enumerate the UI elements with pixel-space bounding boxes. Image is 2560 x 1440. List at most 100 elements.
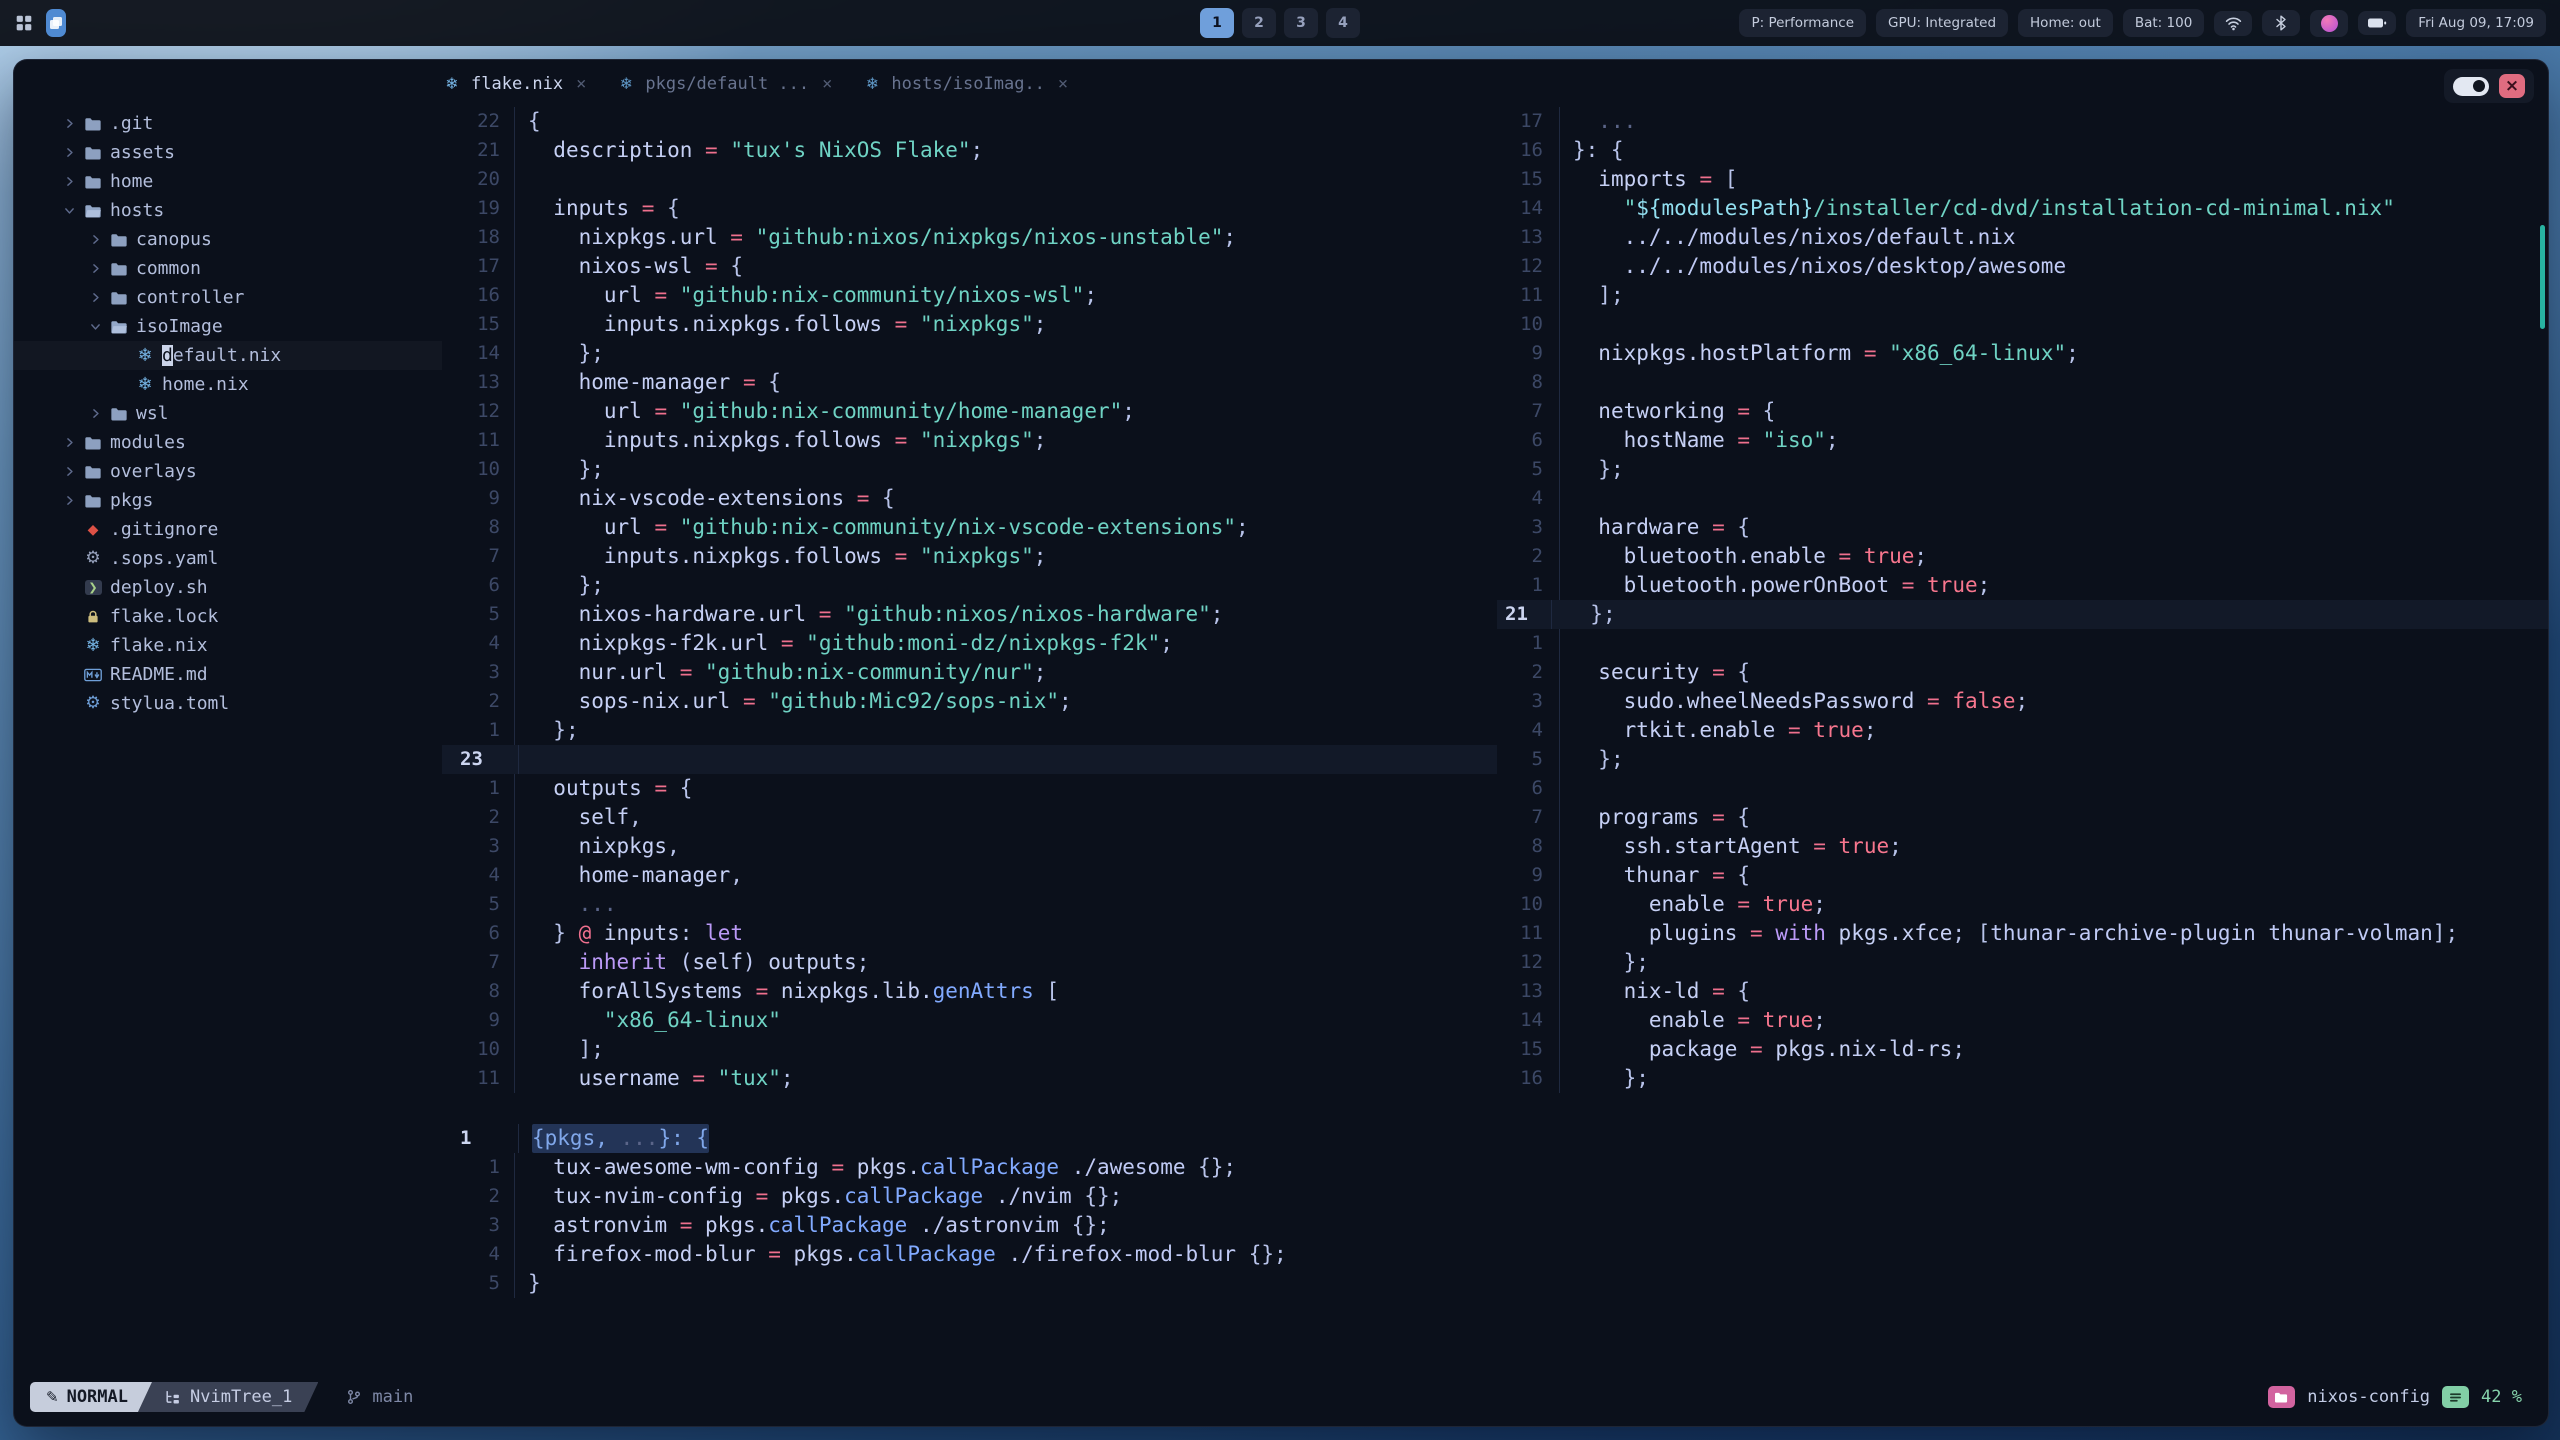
code-line[interactable]: 7 programs = {	[1497, 803, 2548, 832]
toggle-icon[interactable]	[2453, 76, 2489, 96]
code-line[interactable]: 2 bluetooth.enable = true;	[1497, 542, 2548, 571]
code-line[interactable]: 3 sudo.wheelNeedsPassword = false;	[1497, 687, 2548, 716]
code-line[interactable]: 9 thunar = {	[1497, 861, 2548, 890]
tab-flake.nix[interactable]: ❄ flake.nix ×	[442, 74, 586, 94]
tree-item-common[interactable]: common	[14, 254, 442, 283]
code-line[interactable]: 3 hardware = {	[1497, 513, 2548, 542]
chevron-right-icon[interactable]	[62, 436, 76, 449]
tree-item-flake.lock[interactable]: flake.lock	[14, 602, 442, 631]
code-line[interactable]: 11 username = "tux";	[442, 1064, 1497, 1093]
code-line[interactable]: 3 astronvim = pkgs.callPackage ./astronv…	[442, 1211, 2548, 1240]
code-line[interactable]: 3 nixpkgs,	[442, 832, 1497, 861]
chevron-right-icon[interactable]	[88, 262, 102, 275]
code-line[interactable]: 17 ...	[1497, 107, 2548, 136]
code-line[interactable]: 1 outputs = {	[442, 774, 1497, 803]
chevron-right-icon[interactable]	[62, 146, 76, 159]
code-line[interactable]: 21 };	[1497, 600, 2548, 629]
code-line[interactable]: 16 };	[1497, 1064, 2548, 1093]
code-line[interactable]: 11 plugins = with pkgs.xfce; [thunar-arc…	[1497, 919, 2548, 948]
pane-pkgs-default-nix[interactable]: 1 {pkgs, ...}: {1 tux-awesome-wm-config =…	[442, 1124, 2548, 1304]
code-line[interactable]: 5 nixos-hardware.url = "github:nixos/nix…	[442, 600, 1497, 629]
code-line[interactable]: 20	[442, 165, 1497, 194]
chevron-right-icon[interactable]	[62, 494, 76, 507]
status-pill[interactable]: Home: out	[2018, 9, 2113, 37]
code-line[interactable]: 4 rtkit.enable = true;	[1497, 716, 2548, 745]
tree-item-flake.nix[interactable]: ❄ flake.nix	[14, 631, 442, 660]
code-line[interactable]: 2 sops-nix.url = "github:Mic92/sops-nix"…	[442, 687, 1497, 716]
code-line[interactable]: 1 {pkgs, ...}: {	[442, 1124, 2548, 1153]
apps-grid-icon[interactable]	[14, 14, 34, 32]
code-line[interactable]: 19 inputs = {	[442, 194, 1497, 223]
tree-item-deploy.sh[interactable]: ❯ deploy.sh	[14, 573, 442, 602]
code-line[interactable]: 5 };	[1497, 745, 2548, 774]
tab-pkgs/default ...[interactable]: ❄ pkgs/default ... ×	[616, 74, 833, 94]
code-line[interactable]: 9 "x86_64-linux"	[442, 1006, 1497, 1035]
code-line[interactable]: 8 url = "github:nix-community/nix-vscode…	[442, 513, 1497, 542]
tree-item-hosts[interactable]: hosts	[14, 196, 442, 225]
tree-item-.gitignore[interactable]: ◆ .gitignore	[14, 515, 442, 544]
tree-item-default.nix[interactable]: ❄ default.nix	[14, 341, 442, 370]
tree-item-canopus[interactable]: canopus	[14, 225, 442, 254]
code-line[interactable]: 3 nur.url = "github:nix-community/nur";	[442, 658, 1497, 687]
code-line[interactable]: 16}: {	[1497, 136, 2548, 165]
code-line[interactable]: 5 ...	[442, 890, 1497, 919]
tree-item-assets[interactable]: assets	[14, 138, 442, 167]
workspace-4[interactable]: 4	[1326, 8, 1360, 38]
code-line[interactable]: 2 tux-nvim-config = pkgs.callPackage ./n…	[442, 1182, 2548, 1211]
code-line[interactable]: 13 home-manager = {	[442, 368, 1497, 397]
status-pill[interactable]: P: Performance	[1739, 9, 1866, 37]
code-line[interactable]: 14 "${modulesPath}/installer/cd-dvd/inst…	[1497, 194, 2548, 223]
code-line[interactable]: 1 bluetooth.powerOnBoot = true;	[1497, 571, 2548, 600]
chevron-right-icon[interactable]	[62, 117, 76, 130]
code-line[interactable]: 8 forAllSystems = nixpkgs.lib.genAttrs [	[442, 977, 1497, 1006]
code-line[interactable]: 10 ];	[442, 1035, 1497, 1064]
tree-item-isoImage[interactable]: isoImage	[14, 312, 442, 341]
tree-item-home[interactable]: home	[14, 167, 442, 196]
code-line[interactable]: 9 nix-vscode-extensions = {	[442, 484, 1497, 513]
code-line[interactable]: 7 inputs.nixpkgs.follows = "nixpkgs";	[442, 542, 1497, 571]
code-line[interactable]: 5 };	[1497, 455, 2548, 484]
code-line[interactable]: 6 };	[442, 571, 1497, 600]
code-line[interactable]: 12 url = "github:nix-community/home-mana…	[442, 397, 1497, 426]
code-line[interactable]: 10 };	[442, 455, 1497, 484]
tab-hosts/isoImag..[interactable]: ❄ hosts/isoImag.. ×	[862, 74, 1068, 94]
code-line[interactable]: 1 tux-awesome-wm-config = pkgs.callPacka…	[442, 1153, 2548, 1182]
code-line[interactable]: 10 enable = true;	[1497, 890, 2548, 919]
code-line[interactable]: 12 };	[1497, 948, 2548, 977]
code-line[interactable]: 7 networking = {	[1497, 397, 2548, 426]
code-line[interactable]: 4	[1497, 484, 2548, 513]
pane-flake-nix[interactable]: 22{21 description = "tux's NixOS Flake";…	[442, 107, 1497, 1095]
chevron-right-icon[interactable]	[62, 175, 76, 188]
tab-close-icon[interactable]: ×	[1058, 74, 1068, 94]
code-line[interactable]: 14 };	[442, 339, 1497, 368]
code-line[interactable]: 10	[1497, 310, 2548, 339]
code-line[interactable]: 14 enable = true;	[1497, 1006, 2548, 1035]
code-line[interactable]: 4 nixpkgs-f2k.url = "github:moni-dz/nixp…	[442, 629, 1497, 658]
code-line[interactable]: 15 inputs.nixpkgs.follows = "nixpkgs";	[442, 310, 1497, 339]
code-line[interactable]: 4 home-manager,	[442, 861, 1497, 890]
battery-pill[interactable]	[2358, 11, 2397, 35]
code-line[interactable]: 21 description = "tux's NixOS Flake";	[442, 136, 1497, 165]
code-line[interactable]: 1	[1497, 629, 2548, 658]
chevron-down-icon[interactable]	[62, 204, 76, 217]
tab-close-icon[interactable]: ×	[576, 74, 586, 94]
code-line[interactable]: 15 imports = [	[1497, 165, 2548, 194]
code-line[interactable]: 18 nixpkgs.url = "github:nixos/nixpkgs/n…	[442, 223, 1497, 252]
tree-item-.sops.yaml[interactable]: ⚙ .sops.yaml	[14, 544, 442, 573]
code-line[interactable]: 17 nixos-wsl = {	[442, 252, 1497, 281]
status-pill[interactable]: GPU: Integrated	[1876, 9, 2009, 37]
tree-item-README.md[interactable]: README.md	[14, 660, 442, 689]
status-pill[interactable]: Bat: 100	[2122, 9, 2205, 37]
code-line[interactable]: 22 {	[442, 107, 1497, 136]
code-line[interactable]: 15 package = pkgs.nix-ld-rs;	[1497, 1035, 2548, 1064]
window-close-button[interactable]: ×	[2499, 74, 2525, 98]
code-line[interactable]: 9 nixpkgs.hostPlatform = "x86_64-linux";	[1497, 339, 2548, 368]
workspace-3[interactable]: 3	[1284, 8, 1318, 38]
code-line[interactable]: 2 security = {	[1497, 658, 2548, 687]
workspace-1[interactable]: 1	[1200, 8, 1234, 38]
pane-hosts-isoimage-default-nix[interactable]: 17 ... 16}: {15 imports = [14 "${modulesP…	[1497, 107, 2548, 1095]
code-line[interactable]: 2 self,	[442, 803, 1497, 832]
code-line[interactable]: 6 hostName = "iso";	[1497, 426, 2548, 455]
tree-item-home.nix[interactable]: ❄ home.nix	[14, 370, 442, 399]
bluetooth-pill[interactable]	[2262, 10, 2301, 36]
